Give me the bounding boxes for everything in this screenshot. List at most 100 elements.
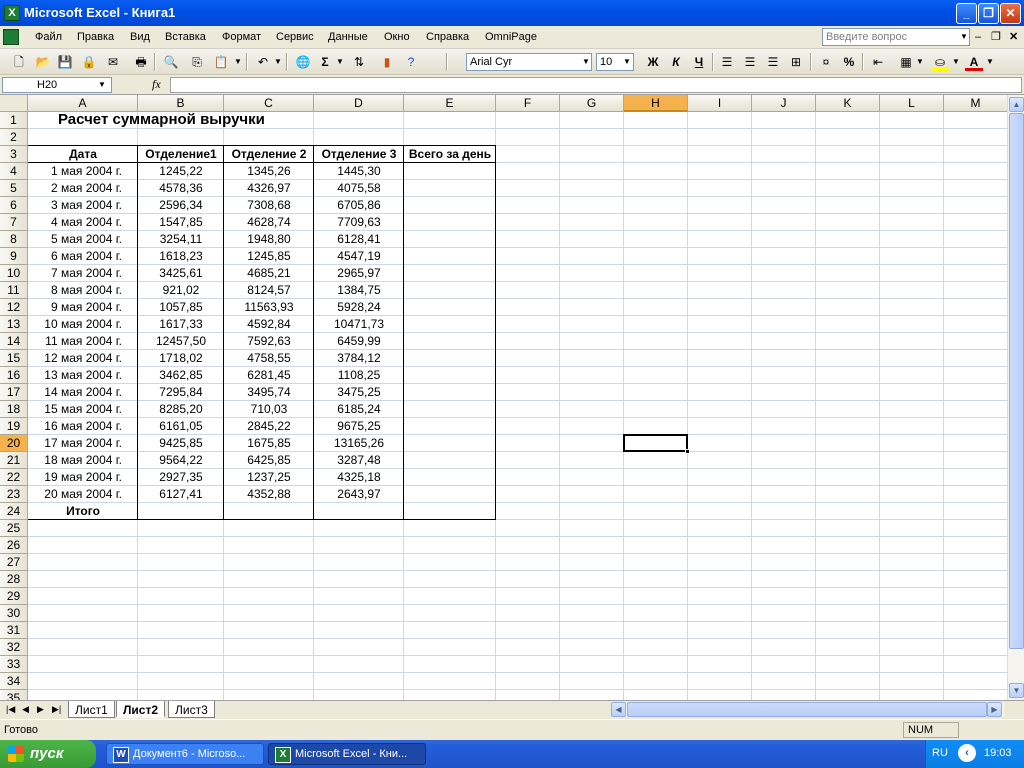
date-cell[interactable]: 14 мая 2004 г.: [28, 384, 138, 401]
value-cell[interactable]: 12457,50: [138, 333, 224, 350]
value-cell[interactable]: 1617,33: [138, 316, 224, 333]
select-all-corner[interactable]: [0, 95, 28, 112]
row-header-2[interactable]: 2: [0, 129, 28, 146]
value-cell[interactable]: 8285,20: [138, 401, 224, 418]
column-header-C[interactable]: C: [224, 95, 314, 112]
menu-tools[interactable]: Сервис: [276, 31, 314, 43]
font-color-dropdown-icon[interactable]: ▼: [986, 53, 994, 71]
row-header-31[interactable]: 31: [0, 622, 28, 639]
value-cell[interactable]: 1948,80: [224, 231, 314, 248]
fill-color-dropdown-icon[interactable]: ▼: [952, 53, 960, 71]
help-icon[interactable]: ?: [402, 53, 420, 71]
row-header-18[interactable]: 18: [0, 401, 28, 418]
sheet-tab-2[interactable]: Лист2: [116, 701, 166, 718]
value-cell[interactable]: 3254,11: [138, 231, 224, 248]
row-header-24[interactable]: 24: [0, 503, 28, 520]
column-header-B[interactable]: B: [138, 95, 224, 112]
workbook-icon[interactable]: [3, 29, 19, 45]
last-sheet-icon[interactable]: ▶|: [52, 704, 61, 715]
excel-app-icon[interactable]: X: [4, 5, 20, 21]
paste-icon[interactable]: 📋: [212, 53, 230, 71]
paste-dropdown-icon[interactable]: ▼: [234, 53, 242, 71]
value-cell[interactable]: 4578,36: [138, 180, 224, 197]
taskbar-excel[interactable]: X Microsoft Excel - Кни...: [268, 743, 426, 765]
row-header-6[interactable]: 6: [0, 197, 28, 214]
align-left-icon[interactable]: ☰: [718, 53, 736, 71]
column-header-K[interactable]: K: [816, 95, 880, 112]
font-dropdown-icon[interactable]: ▼: [582, 57, 590, 66]
minimize-button[interactable]: _: [956, 3, 977, 24]
doc-close-button[interactable]: ✕: [1009, 30, 1018, 43]
value-cell[interactable]: 1245,85: [224, 248, 314, 265]
column-header-F[interactable]: F: [496, 95, 560, 112]
date-cell[interactable]: 2 мая 2004 г.: [28, 180, 138, 197]
preview-icon[interactable]: 🔍: [162, 53, 180, 71]
borders-dropdown-icon[interactable]: ▼: [916, 53, 924, 71]
value-cell[interactable]: 1675,85: [224, 435, 314, 452]
horizontal-scroll-thumb[interactable]: [627, 702, 987, 717]
undo-dropdown-icon[interactable]: ▼: [274, 53, 282, 71]
row-header-15[interactable]: 15: [0, 350, 28, 367]
value-cell[interactable]: 9675,25: [314, 418, 404, 435]
value-cell[interactable]: 1547,85: [138, 214, 224, 231]
print-icon[interactable]: 🖶: [132, 53, 150, 71]
row-header-14[interactable]: 14: [0, 333, 28, 350]
menu-data[interactable]: Данные: [328, 31, 368, 43]
align-right-icon[interactable]: ☰: [764, 53, 782, 71]
value-cell[interactable]: 10471,73: [314, 316, 404, 333]
menu-file[interactable]: Файл: [35, 31, 62, 43]
value-cell[interactable]: 4592,84: [224, 316, 314, 333]
menu-format[interactable]: Формат: [222, 31, 261, 43]
date-cell[interactable]: 5 мая 2004 г.: [28, 231, 138, 248]
autosum-icon[interactable]: Σ: [316, 53, 334, 71]
permission-icon[interactable]: 🔒: [80, 53, 98, 71]
row-header-12[interactable]: 12: [0, 299, 28, 316]
row-header-9[interactable]: 9: [0, 248, 28, 265]
name-box[interactable]: H20: [2, 77, 112, 93]
tray-expand-icon[interactable]: ‹: [958, 744, 976, 762]
value-cell[interactable]: 3462,85: [138, 367, 224, 384]
fill-handle[interactable]: [685, 449, 690, 454]
restore-button[interactable]: ❐: [978, 3, 999, 24]
doc-restore-button[interactable]: ❐: [991, 30, 1001, 43]
column-header-M[interactable]: M: [944, 95, 1007, 112]
date-cell[interactable]: 11 мая 2004 г.: [28, 333, 138, 350]
column-header-A[interactable]: A: [28, 95, 138, 112]
value-cell[interactable]: 4758,55: [224, 350, 314, 367]
value-cell[interactable]: 4325,18: [314, 469, 404, 486]
column-header-I[interactable]: I: [688, 95, 752, 112]
date-cell[interactable]: 15 мая 2004 г.: [28, 401, 138, 418]
value-cell[interactable]: 1445,30: [314, 163, 404, 180]
value-cell[interactable]: 3287,48: [314, 452, 404, 469]
value-cell[interactable]: 2845,22: [224, 418, 314, 435]
formula-input[interactable]: [170, 77, 1022, 93]
date-cell[interactable]: 3 мая 2004 г.: [28, 197, 138, 214]
new-document-icon[interactable]: 🗋: [10, 53, 28, 71]
horizontal-scrollbar[interactable]: ◀ ▶: [611, 702, 1004, 717]
start-button[interactable]: пуск: [0, 740, 96, 768]
font-color-icon[interactable]: A: [965, 53, 983, 71]
menu-omnipage[interactable]: OmniPage: [485, 31, 537, 43]
percent-button[interactable]: %: [840, 53, 858, 71]
value-cell[interactable]: 6161,05: [138, 418, 224, 435]
value-cell[interactable]: 5928,24: [314, 299, 404, 316]
value-cell[interactable]: 2643,97: [314, 486, 404, 503]
value-cell[interactable]: 6705,86: [314, 197, 404, 214]
decrease-indent-icon[interactable]: ⇤: [869, 53, 887, 71]
close-button[interactable]: ✕: [1000, 3, 1021, 24]
date-cell[interactable]: 16 мая 2004 г.: [28, 418, 138, 435]
autosum-dropdown-icon[interactable]: ▼: [336, 53, 344, 71]
font-name-select[interactable]: Arial Cyr: [466, 53, 592, 71]
value-cell[interactable]: 9564,22: [138, 452, 224, 469]
value-cell[interactable]: 8124,57: [224, 282, 314, 299]
row-header-25[interactable]: 25: [0, 520, 28, 537]
value-cell[interactable]: 921,02: [138, 282, 224, 299]
date-cell[interactable]: 20 мая 2004 г.: [28, 486, 138, 503]
value-cell[interactable]: 4326,97: [224, 180, 314, 197]
value-cell[interactable]: 7295,84: [138, 384, 224, 401]
save-icon[interactable]: 💾: [56, 53, 74, 71]
open-folder-icon[interactable]: 📂: [34, 53, 52, 71]
column-header-E[interactable]: E: [404, 95, 496, 112]
copy-icon[interactable]: ⎘: [188, 53, 206, 71]
value-cell[interactable]: 1618,23: [138, 248, 224, 265]
